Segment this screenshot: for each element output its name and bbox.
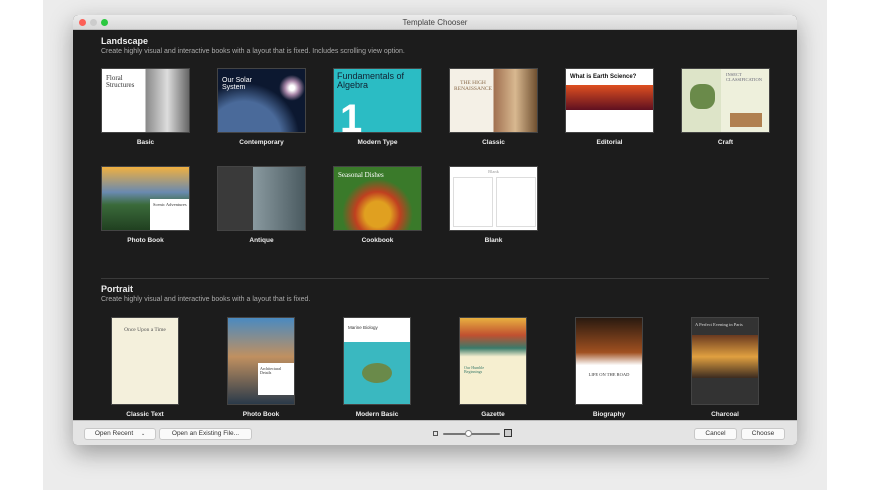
template-label: Craft [717, 139, 734, 146]
thumb-title: A Perfect Evening in Paris [695, 322, 743, 327]
template-basic[interactable]: Floral Structures Basic [101, 68, 190, 146]
thumb-title: Once Upon a Time [124, 327, 166, 333]
template-gazette[interactable]: Our Humble Beginnings Gazette [448, 317, 538, 418]
template-label: Biography [592, 411, 626, 418]
template-photo-book[interactable]: Scenic Adventures Photo Book [101, 166, 190, 244]
large-thumbnail-icon [504, 429, 512, 437]
thumb-title: Scenic Adventures [153, 202, 187, 207]
thumb-title: THE HIGH RENAISSANCE [454, 80, 492, 92]
template-craft[interactable]: INSECT CLASSIFICATION Craft [681, 68, 770, 146]
template-modern-type[interactable]: Fundamentals of Algebra 1 Modern Type [333, 68, 422, 146]
template-label: Basic [136, 139, 155, 146]
thumb-title: Floral Structures [106, 74, 135, 89]
thumb-title: LIFE ON THE ROAD [588, 372, 630, 377]
template-classic[interactable]: THE HIGH RENAISSANCE Classic [449, 68, 538, 146]
template-label: Photo Book [242, 411, 280, 418]
template-cookbook[interactable]: Seasonal Dishes Cookbook [333, 166, 422, 244]
slider-knob[interactable] [465, 430, 473, 437]
thumb-title: Architectural Details [260, 366, 282, 375]
thumb-title: What is Earth Science? [570, 74, 637, 80]
portrait-description: Create highly visual and interactive boo… [101, 296, 311, 303]
thumb-title: Seasonal Dishes [338, 171, 384, 179]
title-bar: Template Chooser [73, 15, 797, 30]
template-label: Blank [484, 237, 503, 244]
thumb-title: Our Humble Beginnings [464, 365, 485, 374]
template-charcoal[interactable]: A Perfect Evening in Paris Charcoal [680, 317, 770, 418]
template-classic-text[interactable]: Once Upon a Time Classic Text [100, 317, 190, 418]
template-gallery[interactable]: Landscape Create highly visual and inter… [73, 30, 797, 420]
template-blank[interactable]: Blank Blank [449, 166, 538, 244]
thumb-title: Blank [488, 169, 499, 174]
open-recent-label: Open Recent [94, 430, 134, 437]
landscape-description: Create highly visual and interactive boo… [101, 48, 405, 55]
section-divider [101, 278, 769, 279]
template-chooser-window: Template Chooser Landscape Create highly… [73, 15, 797, 445]
template-label: Classic [482, 139, 505, 146]
template-label: Gazette [481, 411, 505, 418]
template-label: Modern Type [357, 139, 398, 146]
landscape-heading: Landscape [101, 36, 149, 46]
thumb-title: Our Solar System [222, 77, 252, 91]
minimize-button[interactable] [90, 19, 97, 26]
template-label: Photo Book [127, 237, 164, 244]
open-existing-file-button[interactable]: Open an Existing File... [159, 428, 252, 440]
portrait-heading: Portrait [101, 284, 134, 294]
template-contemporary[interactable]: Our Solar System Contemporary [217, 68, 306, 146]
cancel-button[interactable]: Cancel [694, 428, 737, 440]
template-label: Modern Basic [355, 411, 399, 418]
template-antique[interactable]: Antique [217, 166, 306, 244]
thumb-title: Fundamentals of Algebra [337, 71, 405, 90]
open-recent-dropdown[interactable]: Open Recent ⌄ [84, 428, 156, 440]
zoom-button[interactable] [101, 19, 108, 26]
template-label: Charcoal [711, 411, 739, 418]
template-modern-basic[interactable]: Marine Biology Modern Basic [332, 317, 422, 418]
template-label: Cookbook [361, 237, 394, 244]
small-thumbnail-icon [433, 431, 438, 436]
choose-button[interactable]: Choose [741, 428, 785, 440]
thumb-title: Marine Biology [348, 325, 378, 330]
template-biography[interactable]: LIFE ON THE ROAD Biography [564, 317, 654, 418]
window-title: Template Chooser [402, 18, 468, 27]
template-editorial[interactable]: What is Earth Science? Editorial [565, 68, 654, 146]
template-label: Contemporary [239, 139, 284, 146]
template-photo-book-portrait[interactable]: Architectural Details Photo Book [216, 317, 306, 418]
close-button[interactable] [79, 19, 86, 26]
chevron-down-icon: ⌄ [140, 431, 146, 437]
thumb-title: INSECT CLASSIFICATION [726, 72, 763, 82]
thumbnail-size-slider[interactable] [443, 430, 500, 437]
template-label: Classic Text [126, 411, 164, 418]
footer-bar: Open Recent ⌄ Open an Existing File... C… [73, 420, 797, 445]
template-label: Editorial [596, 139, 623, 146]
template-label: Antique [249, 237, 274, 244]
